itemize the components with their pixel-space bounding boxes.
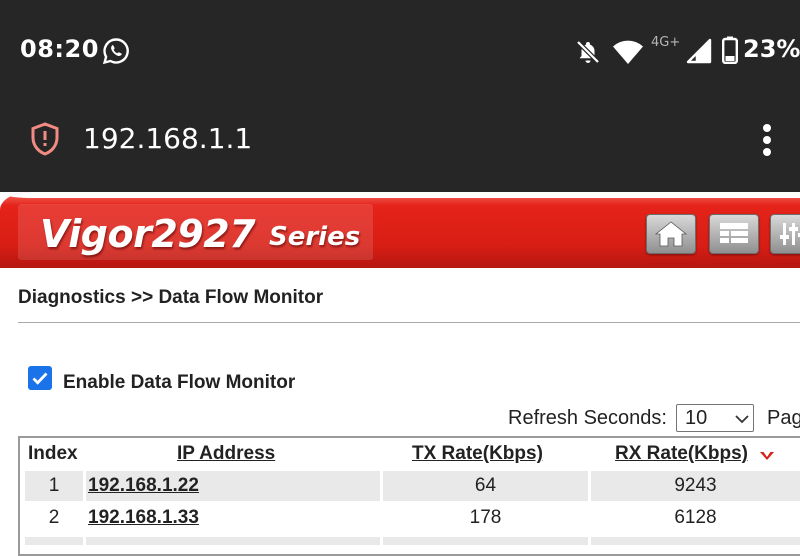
grid-button[interactable] bbox=[709, 214, 759, 254]
table-cell-bg bbox=[591, 537, 800, 545]
column-header-rx-rate[interactable]: RX Rate(Kbps) bbox=[615, 443, 748, 465]
sort-descending-icon[interactable] bbox=[759, 449, 775, 461]
row-tx-rate: 178 bbox=[469, 507, 502, 528]
router-header: Vigor2927 Series bbox=[0, 192, 800, 268]
network-type-label: 4G+ bbox=[651, 35, 681, 50]
refresh-seconds-select[interactable]: 10 bbox=[676, 404, 754, 432]
wifi-icon bbox=[613, 40, 643, 64]
status-bar: 08:20 4G+ 23% bbox=[0, 0, 800, 100]
whatsapp-icon bbox=[102, 38, 129, 65]
status-time: 08:20 bbox=[20, 35, 99, 63]
shield-warning-icon[interactable] bbox=[30, 122, 60, 156]
chevron-down-icon bbox=[735, 415, 749, 424]
bell-off-icon bbox=[576, 40, 600, 64]
row-index: 1 bbox=[48, 475, 60, 496]
settings-button[interactable] bbox=[770, 214, 800, 254]
home-button[interactable] bbox=[646, 214, 696, 254]
table-cell-bg bbox=[383, 537, 588, 545]
battery-percentage: 23% bbox=[743, 35, 800, 63]
settings-icon bbox=[780, 223, 800, 245]
row-rx-rate: 6128 bbox=[674, 507, 717, 528]
grid-icon bbox=[720, 223, 748, 243]
url-text[interactable]: 192.168.1.1 bbox=[83, 122, 252, 155]
enable-monitor-label[interactable]: Enable Data Flow Monitor bbox=[63, 372, 295, 394]
checkmark-icon bbox=[32, 372, 48, 385]
row-tx-rate: 64 bbox=[474, 475, 497, 496]
row-rx-rate: 9243 bbox=[674, 475, 717, 496]
home-icon bbox=[654, 221, 688, 247]
brand-model: Vigor2927 bbox=[40, 212, 256, 256]
browser-url-bar: 192.168.1.1 bbox=[0, 100, 800, 192]
row-index: 2 bbox=[48, 507, 60, 528]
table-cell-bg bbox=[86, 537, 380, 545]
table-row-partial bbox=[25, 537, 83, 545]
more-vert-icon[interactable] bbox=[756, 122, 778, 160]
row-ip-link[interactable]: 192.168.1.22 bbox=[88, 475, 199, 497]
breadcrumb: Diagnostics >> Data Flow Monitor bbox=[18, 287, 324, 308]
enable-monitor-checkbox[interactable] bbox=[28, 366, 52, 390]
divider bbox=[18, 322, 800, 323]
refresh-seconds-value: 10 bbox=[685, 407, 708, 429]
column-header-ip-address[interactable]: IP Address bbox=[177, 443, 275, 465]
battery-icon bbox=[722, 36, 738, 64]
page-label: Page bbox=[767, 407, 800, 429]
row-ip-link[interactable]: 192.168.1.33 bbox=[88, 507, 199, 529]
signal-icon bbox=[686, 38, 712, 64]
brand-series: Series bbox=[269, 222, 361, 252]
column-header-tx-rate[interactable]: TX Rate(Kbps) bbox=[412, 443, 543, 465]
refresh-seconds-label: Refresh Seconds: bbox=[508, 407, 667, 429]
column-header-index: Index bbox=[28, 443, 78, 464]
